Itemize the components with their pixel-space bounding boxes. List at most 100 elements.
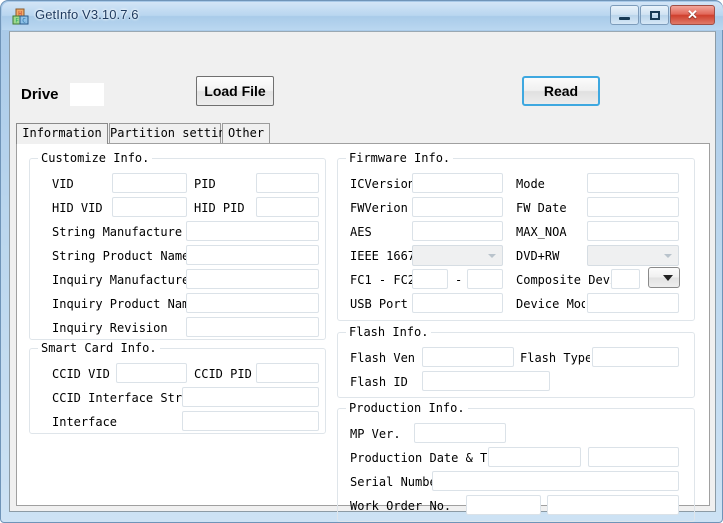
- minimize-icon: [611, 6, 638, 24]
- input-max-noa[interactable]: [587, 221, 679, 241]
- group-flash-info-title: Flash Info.: [346, 325, 431, 339]
- group-smart-card-info-title: Smart Card Info.: [38, 341, 160, 355]
- tab-strip: Information Partition setting Other: [16, 123, 710, 144]
- label-ccid-pid: CCID PID: [194, 367, 258, 381]
- label-composite-device: Composite Device: [516, 273, 611, 287]
- window-title: GetInfo V3.10.7.6: [35, 7, 139, 22]
- input-ccid-interface-string[interactable]: [182, 387, 319, 407]
- input-fwverion[interactable]: [412, 197, 503, 217]
- input-fw-date[interactable]: [587, 197, 679, 217]
- client-area: Drive Load File Read Information Partiti…: [9, 31, 716, 512]
- label-string-product-name: String Product Name: [52, 249, 186, 263]
- chevron-down-icon: [664, 254, 672, 258]
- tab-panel-information: Customize Info. VID PID HID VID HID PID …: [16, 143, 710, 506]
- input-string-product-name[interactable]: [186, 245, 319, 265]
- close-icon: ✕: [671, 6, 714, 24]
- maximize-icon: [641, 6, 668, 24]
- label-mp-ver: MP Ver.: [350, 427, 414, 441]
- input-mp-ver[interactable]: [414, 423, 506, 443]
- label-hid-vid: HID VID: [52, 201, 112, 215]
- load-file-button[interactable]: Load File: [196, 76, 274, 106]
- input-aes[interactable]: [412, 221, 503, 241]
- application-window: H F C GetInfo V3.10.7.6 ✕ Drive Load Fil…: [0, 0, 723, 523]
- chevron-down-icon: [663, 275, 673, 281]
- svg-text:F: F: [15, 18, 19, 25]
- minimize-button[interactable]: [610, 5, 639, 25]
- tab-information[interactable]: Information: [16, 123, 108, 144]
- tab-other[interactable]: Other: [222, 123, 270, 144]
- label-inquiry-revision: Inquiry Revision: [52, 321, 186, 335]
- input-flash-id[interactable]: [422, 371, 550, 391]
- group-firmware-info-title: Firmware Info.: [346, 151, 453, 165]
- svg-text:C: C: [22, 18, 26, 25]
- label-flash-vendor: Flash Vendor: [350, 351, 414, 365]
- input-fc1[interactable]: [412, 269, 448, 289]
- input-composite-device[interactable]: [611, 269, 640, 289]
- label-device-model: Device Model: [516, 297, 585, 311]
- input-serial-number[interactable]: [432, 471, 679, 491]
- group-firmware-info: Firmware Info. ICVersion Mode FWVerion F…: [337, 158, 695, 321]
- group-production-info: Production Info. MP Ver. Production Date…: [337, 408, 695, 522]
- input-fc2[interactable]: [467, 269, 503, 289]
- input-interface[interactable]: [182, 411, 319, 431]
- label-ccid-interface-string: CCID Interface String: [52, 391, 182, 405]
- label-production-date-time: Production Date & Time: [350, 451, 490, 465]
- input-inquiry-manufacture-name[interactable]: [186, 269, 319, 289]
- label-flash-id: Flash ID: [350, 375, 414, 389]
- label-max-noa: MAX_NOA: [516, 225, 584, 239]
- label-fw-date: FW Date: [516, 201, 584, 215]
- label-interface: Interface: [52, 415, 182, 429]
- input-icversion[interactable]: [412, 173, 503, 193]
- label-work-order-no: Work Order No.: [350, 499, 466, 513]
- label-icversion: ICVersion: [350, 177, 412, 191]
- input-flash-vendor[interactable]: [422, 347, 514, 367]
- read-button[interactable]: Read: [522, 76, 600, 106]
- input-inquiry-revision[interactable]: [186, 317, 319, 337]
- group-customize-info-title: Customize Info.: [38, 151, 152, 165]
- input-ccid-pid[interactable]: [256, 363, 319, 383]
- maximize-button[interactable]: [640, 5, 669, 25]
- input-flash-type[interactable]: [592, 347, 679, 367]
- label-ccid-vid: CCID VID: [52, 367, 116, 381]
- drive-label: Drive: [21, 86, 59, 103]
- label-dvd-rw: DVD+RW: [516, 249, 584, 263]
- input-work-order-no-2[interactable]: [547, 495, 679, 515]
- input-device-model[interactable]: [587, 293, 679, 313]
- label-hid-pid: HID PID: [194, 201, 256, 215]
- combo-ieee-1667[interactable]: [412, 245, 503, 266]
- title-bar[interactable]: H F C GetInfo V3.10.7.6 ✕: [2, 2, 723, 30]
- label-vid: VID: [52, 177, 112, 191]
- input-work-order-no-1[interactable]: [466, 495, 541, 515]
- input-production-time[interactable]: [588, 447, 679, 467]
- label-flash-type: Flash Type: [520, 351, 590, 365]
- input-hid-pid[interactable]: [256, 197, 319, 217]
- label-aes: AES: [350, 225, 412, 239]
- label-ieee-1667: IEEE 1667: [350, 249, 412, 263]
- label-pid: PID: [194, 177, 254, 191]
- group-customize-info: Customize Info. VID PID HID VID HID PID …: [29, 158, 326, 340]
- label-string-manufacture-name: String Manufacture Name: [52, 225, 186, 239]
- input-pid[interactable]: [256, 173, 319, 193]
- label-inquiry-product-name: Inquiry Product Name: [52, 297, 186, 311]
- label-fc1-fc2: FC1 - FC2: [350, 273, 416, 287]
- label-fwverion: FWVerion: [350, 201, 412, 215]
- drive-input[interactable]: [70, 83, 104, 106]
- combo-dvd-rw[interactable]: [587, 245, 679, 266]
- input-hid-vid[interactable]: [112, 197, 187, 217]
- input-inquiry-product-name[interactable]: [186, 293, 319, 313]
- tab-partition-setting[interactable]: Partition setting: [109, 123, 221, 144]
- input-usb-port[interactable]: [412, 293, 503, 313]
- group-production-info-title: Production Info.: [346, 401, 468, 415]
- close-button[interactable]: ✕: [670, 5, 715, 25]
- input-vid[interactable]: [112, 173, 187, 193]
- input-mode[interactable]: [587, 173, 679, 193]
- combo-composite-device[interactable]: [648, 267, 680, 288]
- app-blocks-icon: H F C: [12, 8, 29, 25]
- group-smart-card-info: Smart Card Info. CCID VID CCID PID CCID …: [29, 348, 326, 434]
- input-string-manufacture-name[interactable]: [186, 221, 319, 241]
- label-usb-port: USB Port: [350, 297, 416, 311]
- label-inquiry-manufacture-name: Inquiry Manufacture Name: [52, 273, 186, 287]
- chevron-down-icon: [488, 254, 496, 258]
- input-production-date[interactable]: [488, 447, 581, 467]
- input-ccid-vid[interactable]: [116, 363, 187, 383]
